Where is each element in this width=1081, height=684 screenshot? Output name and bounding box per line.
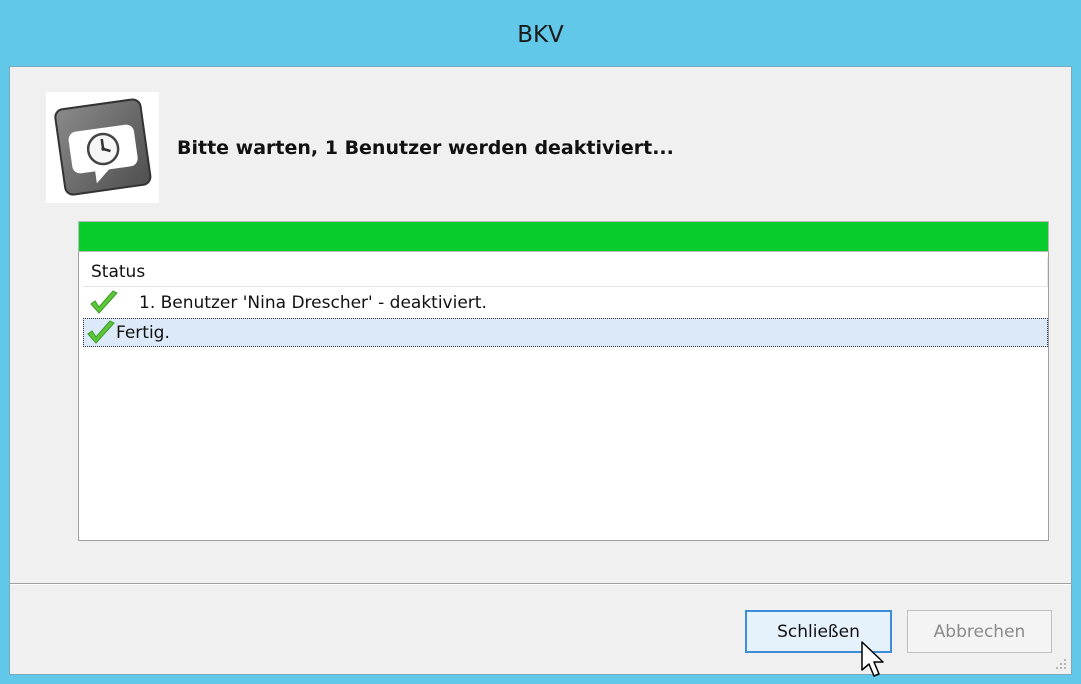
dialog-body: Bitte warten, 1 Benutzer werden deaktivi…: [9, 66, 1072, 675]
status-list[interactable]: Status 1. Benutzer 'Nina Drescher' - dea…: [78, 252, 1049, 541]
progress-bar: [78, 221, 1049, 252]
green-checkmark-icon: [87, 319, 115, 344]
list-item[interactable]: 1. Benutzer 'Nina Drescher' - deaktivier…: [83, 288, 1048, 317]
list-item-text: 1. Benutzer 'Nina Drescher' - deaktivier…: [139, 292, 487, 313]
green-checkmark-icon: [90, 289, 118, 314]
title-bar[interactable]: BKV: [0, 0, 1081, 66]
window-title: BKV: [517, 22, 564, 48]
list-item-text: Fertig.: [116, 322, 170, 343]
column-header-status[interactable]: Status: [83, 257, 1048, 287]
progress-fill: [79, 222, 1048, 251]
status-message: Bitte warten, 1 Benutzer werden deaktivi…: [177, 137, 674, 159]
mouse-pointer-icon: [861, 641, 884, 677]
clock-speech-bubble-icon: [46, 92, 159, 203]
resize-grip-icon[interactable]: [1055, 658, 1067, 670]
cancel-button[interactable]: Abbrechen: [907, 610, 1052, 653]
dialog-window: BKV Bitte warten, 1 Benutzer werden deak…: [0, 0, 1081, 684]
list-item[interactable]: Fertig.: [83, 318, 1048, 347]
footer-divider: [10, 583, 1071, 585]
